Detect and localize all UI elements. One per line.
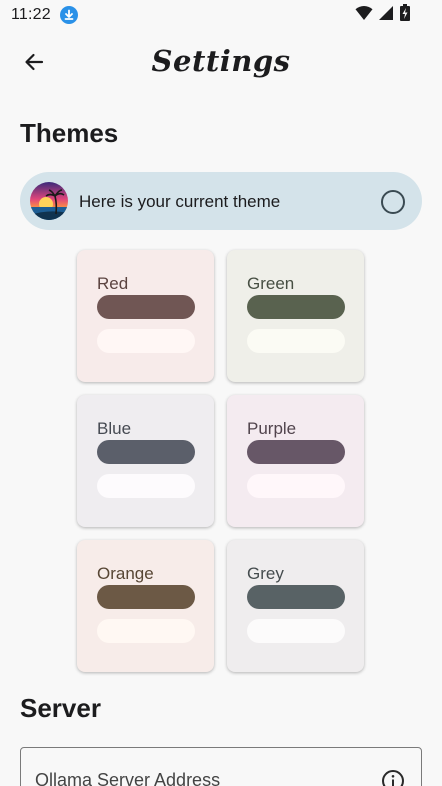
status-time: 11:22	[11, 6, 51, 23]
info-icon[interactable]	[381, 769, 405, 786]
theme-name: Orange	[97, 564, 154, 583]
primary-color-swatch	[97, 440, 195, 464]
secondary-color-swatch	[97, 329, 195, 353]
theme-name: Red	[97, 274, 129, 293]
themes-heading: Themes	[20, 118, 119, 148]
theme-card-purple[interactable]: Purple	[227, 395, 364, 527]
theme-card-red[interactable]: Red	[77, 250, 214, 382]
wifi-icon	[355, 5, 373, 26]
server-address-label: Ollama Server Address	[35, 770, 221, 786]
theme-card-blue[interactable]: Blue	[77, 395, 214, 527]
secondary-color-swatch	[247, 329, 345, 353]
server-heading: Server	[20, 693, 101, 723]
theme-card-green[interactable]: Green	[227, 250, 364, 382]
current-theme-option[interactable]: Here is your current theme	[20, 172, 422, 230]
signal-icon	[379, 5, 394, 26]
status-icons	[355, 4, 410, 26]
battery-charging-icon	[400, 4, 410, 26]
radio-unchecked-icon[interactable]	[381, 190, 405, 214]
settings-screen: 11:22 Settings Themes Here is your curre…	[0, 0, 442, 786]
theme-name: Grey	[247, 564, 284, 583]
primary-color-swatch	[97, 585, 195, 609]
secondary-color-swatch	[97, 619, 195, 643]
page-title: Settings	[151, 44, 291, 78]
primary-color-swatch	[247, 585, 345, 609]
secondary-color-swatch	[247, 619, 345, 643]
theme-name: Purple	[247, 419, 297, 438]
primary-color-swatch	[97, 295, 195, 319]
secondary-color-swatch	[97, 474, 195, 498]
theme-name: Blue	[97, 419, 132, 438]
primary-color-swatch	[247, 440, 345, 464]
app-bar: Settings	[0, 30, 442, 98]
theme-name: Green	[247, 274, 295, 293]
ollama-server-address-field[interactable]: Ollama Server Address	[20, 747, 422, 786]
primary-color-swatch	[247, 295, 345, 319]
sunset-palm-avatar	[30, 182, 68, 220]
secondary-color-swatch	[247, 474, 345, 498]
download-icon	[60, 6, 78, 24]
status-bar: 11:22	[0, 0, 442, 30]
theme-card-grey[interactable]: Grey	[227, 540, 364, 672]
theme-card-orange[interactable]: Orange	[77, 540, 214, 672]
current-theme-label: Here is your current theme	[79, 192, 281, 211]
